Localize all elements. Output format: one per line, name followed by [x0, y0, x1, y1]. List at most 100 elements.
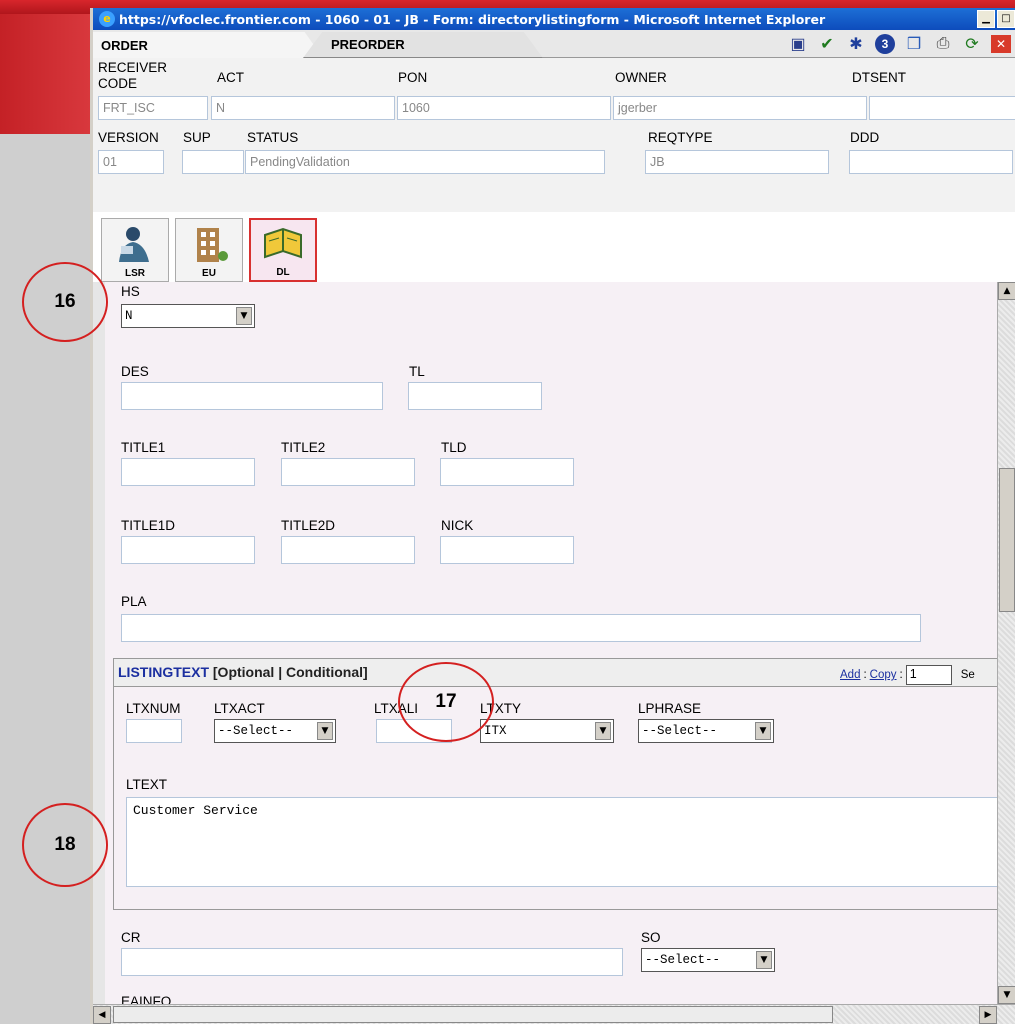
title-bar: e https://vfoclec.frontier.com - 1060 - … — [93, 8, 1015, 30]
listingtext-header: LISTINGTEXT [Optional | Conditional] Add… — [114, 659, 1000, 687]
title2d-field[interactable] — [281, 536, 415, 564]
browser-window: e https://vfoclec.frontier.com - 1060 - … — [90, 8, 1015, 1024]
receiver-code-label: RECEIVER CODE — [98, 60, 168, 91]
callout-18: 18 — [22, 803, 108, 887]
print-icon[interactable]: ⎙ — [933, 35, 953, 53]
nick-field[interactable] — [440, 536, 574, 564]
ltxty-select[interactable]: ITX ▼ — [480, 719, 614, 743]
window-title: https://vfoclec.frontier.com - 1060 - 01… — [119, 11, 826, 27]
chevron-down-icon: ▼ — [317, 722, 333, 740]
title1d-field[interactable] — [121, 536, 255, 564]
person-phone-icon — [119, 227, 149, 262]
tld-field[interactable] — [440, 458, 574, 486]
hs-value: N — [125, 309, 133, 323]
close-icon[interactable]: ✕ — [991, 35, 1011, 53]
tab-order[interactable]: ORDER — [93, 32, 323, 58]
horizontal-scrollbar[interactable]: ◀ ▶ — [93, 1004, 1015, 1024]
maximize-button[interactable]: □ — [997, 10, 1015, 28]
save-icon[interactable]: ▣ — [788, 34, 808, 54]
dl-label: DL — [276, 267, 290, 278]
owner-field[interactable]: jgerber — [613, 96, 867, 120]
book-icon[interactable]: ❒ — [904, 34, 924, 54]
listingtext-qualifier: [Optional | Conditional] — [212, 664, 368, 680]
listingtext-title-wrap: LISTINGTEXT [Optional | Conditional] — [118, 664, 368, 680]
des-label: DES — [121, 364, 149, 379]
cr-field[interactable] — [121, 948, 623, 976]
des-field[interactable] — [121, 382, 383, 410]
form-toolbar: ▣ ✔ ✱ 3 ❒ ⎙ ⟳ ✕ — [788, 34, 1011, 54]
status-field[interactable]: PendingValidation — [245, 150, 605, 174]
sup-field[interactable] — [182, 150, 244, 174]
ltext-textarea[interactable]: Customer Service — [126, 797, 1000, 887]
title1-label: TITLE1 — [121, 440, 166, 455]
pon-label: PON — [398, 70, 428, 85]
pla-label: PLA — [121, 594, 147, 609]
building-icon — [197, 228, 228, 262]
refresh-icon[interactable]: ⟳ — [962, 34, 982, 54]
listingtext-title: LISTINGTEXT — [118, 664, 209, 680]
tab-preorder[interactable]: PREORDER — [303, 32, 543, 58]
trailing-label: Se — [960, 669, 975, 681]
minimize-button[interactable]: ▁ — [977, 10, 995, 28]
title2-label: TITLE2 — [281, 440, 326, 455]
eainfo-label: EAINFO — [121, 994, 172, 1004]
ie-icon: e — [99, 11, 115, 27]
runner-icon[interactable]: ✱ — [846, 34, 866, 54]
dl-form-button[interactable]: DL — [249, 218, 317, 282]
tl-label: TL — [409, 364, 425, 379]
so-label: SO — [641, 930, 661, 945]
eu-label: EU — [202, 268, 216, 279]
ltxty-value: ITX — [484, 724, 507, 738]
window-controls: ▁ □ — [977, 10, 1015, 28]
lsr-form-button[interactable]: LSR — [101, 218, 169, 282]
lphrase-label: LPHRASE — [638, 701, 702, 716]
title2d-label: TITLE2D — [281, 518, 336, 533]
so-select[interactable]: --Select-- ▼ — [641, 948, 775, 972]
add-link[interactable]: Add — [840, 669, 860, 681]
ddd-label: DDD — [850, 130, 880, 145]
copy-link[interactable]: Copy — [870, 669, 897, 681]
ddd-field[interactable] — [849, 150, 1013, 174]
so-value: --Select-- — [645, 953, 721, 967]
listingtext-section: LISTINGTEXT [Optional | Conditional] Add… — [113, 658, 1000, 910]
title1-field[interactable] — [121, 458, 255, 486]
info-3-icon[interactable]: 3 — [875, 34, 895, 54]
ltxact-value: --Select-- — [218, 724, 294, 738]
scroll-right-button[interactable]: ▶ — [979, 1006, 997, 1024]
nick-label: NICK — [441, 518, 474, 533]
hs-select[interactable]: N ▼ — [121, 304, 255, 328]
tl-field[interactable] — [408, 382, 542, 410]
reqtype-field[interactable]: JB — [645, 150, 829, 174]
vertical-scrollbar[interactable]: ▲ ▼ — [997, 282, 1015, 1004]
order-header: RECEIVER CODE ACT PON OWNER DTSENT FRT_I… — [93, 58, 1015, 212]
listingtext-actions: Add : Copy : 1 Se — [840, 665, 975, 685]
actions-separator: : — [863, 669, 867, 681]
copy-count-field[interactable]: 1 — [905, 665, 952, 685]
chevron-down-icon: ▼ — [236, 307, 252, 325]
horizontal-scroll-thumb[interactable] — [113, 1006, 833, 1023]
act-field[interactable]: N — [211, 96, 395, 120]
scroll-thumb[interactable] — [999, 468, 1015, 612]
scroll-up-button[interactable]: ▲ — [998, 282, 1015, 300]
actions-separator-2: : — [899, 669, 903, 681]
ltext-label: LTEXT — [126, 777, 168, 792]
form-content-panel: HS N ▼ DES TL TITLE1 TITLE2 TLD TITLE1D … — [93, 282, 1000, 1004]
pon-field[interactable]: 1060 — [397, 96, 611, 120]
scroll-down-button[interactable]: ▼ — [998, 986, 1015, 1004]
reqtype-label: REQTYPE — [648, 130, 713, 145]
receiver-code-field[interactable]: FRT_ISC — [98, 96, 208, 120]
ltxnum-field[interactable] — [126, 719, 182, 743]
tld-label: TLD — [441, 440, 467, 455]
dtsent-field[interactable] — [869, 96, 1015, 120]
ltxact-select[interactable]: --Select-- ▼ — [214, 719, 336, 743]
check-icon[interactable]: ✔ — [817, 34, 837, 54]
pla-field[interactable] — [121, 614, 921, 642]
lsr-label: LSR — [125, 268, 145, 279]
chevron-down-icon: ▼ — [755, 722, 771, 740]
title2-field[interactable] — [281, 458, 415, 486]
version-field[interactable]: 01 — [98, 150, 164, 174]
eu-form-button[interactable]: EU — [175, 218, 243, 282]
form-section-icons: LSR EU DL — [93, 212, 1015, 282]
scroll-left-button[interactable]: ◀ — [93, 1006, 111, 1024]
lphrase-select[interactable]: --Select-- ▼ — [638, 719, 774, 743]
